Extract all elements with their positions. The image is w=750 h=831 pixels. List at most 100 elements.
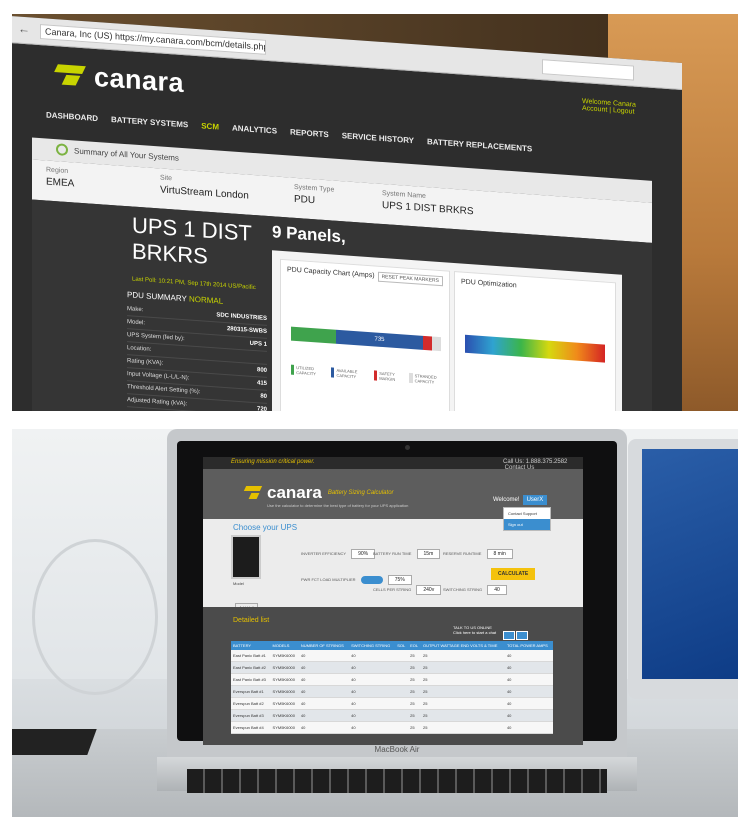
- browser-search-field[interactable]: [542, 59, 634, 81]
- table-cell: 25: [420, 650, 505, 662]
- laptop-keyboard: [187, 769, 607, 793]
- nav-analytics[interactable]: ANALYTICS: [232, 123, 277, 135]
- table-cell: 25: [408, 650, 421, 662]
- row-label: Rating (KVA):: [127, 358, 164, 367]
- chart-view-icon[interactable]: [516, 631, 528, 640]
- table-row[interactable]: Everspun Batt #4 SYM5K6000 40 40 25 25 40: [231, 721, 553, 734]
- column-header[interactable]: SWITCHING STRING: [349, 641, 396, 650]
- back-arrow-icon[interactable]: ←: [18, 22, 30, 37]
- chat-link[interactable]: TALK TO US ONLINE Click here to start a …: [453, 625, 496, 635]
- filter-value: EMEA: [46, 176, 75, 190]
- last-poll: Last Poll: 10:21 PM, Sep 17th 2014 US/Pa…: [132, 276, 256, 292]
- table-row[interactable]: Everspun Batt #2 SYM5K6000 40 40 25 25 40: [231, 697, 553, 710]
- filter-value: PDU: [294, 193, 316, 207]
- column-header[interactable]: NUMBER OF STRINGS: [298, 641, 350, 650]
- detailed-list-title: Detailed list: [233, 617, 270, 624]
- legend-item: AVAILABLE CAPACITY: [331, 367, 370, 380]
- table-row[interactable]: Everspun Batt #3 SYM5K6000 40 40 25 25 40: [231, 709, 553, 722]
- field-value[interactable]: 40: [487, 585, 507, 595]
- row-value: 720: [256, 406, 267, 411]
- table-row[interactable]: East Panic Batt #3 SYM5K6000 40 40 25 25 40: [231, 673, 553, 686]
- row-label: Adjusted Rating (kVA):: [127, 397, 188, 408]
- filter-region[interactable]: Region EMEA: [46, 166, 74, 189]
- product-title: Battery Sizing Calculator: [327, 490, 394, 496]
- nav-service-history[interactable]: SERVICE HISTORY: [342, 131, 414, 145]
- switching-string-field[interactable]: SWITCHING STRING 40: [443, 585, 507, 595]
- list-view-icon[interactable]: [503, 631, 515, 640]
- ups-image[interactable]: [231, 535, 261, 579]
- row-label: Model:: [127, 319, 146, 327]
- optimization-chart: PDU Optimization: [454, 271, 616, 411]
- battery-run-time-field[interactable]: BATTERY RUN TIME 15m: [373, 549, 441, 559]
- table-cell: [395, 721, 409, 734]
- column-header[interactable]: TOTAL POWER AMPS: [504, 641, 553, 650]
- nav-reports[interactable]: REPORTS: [290, 128, 329, 140]
- url-field[interactable]: Canara, Inc (US) https://my.canara.com/b…: [40, 24, 266, 55]
- field-label: SWITCHING STRING: [443, 587, 483, 592]
- filter-value: UPS 1 DIST BRKRS: [382, 199, 474, 218]
- row-label: Input Voltage (L-L/L-N):: [127, 371, 190, 382]
- column-header[interactable]: EOL: [408, 641, 421, 650]
- menu-sign-out[interactable]: Sign out: [504, 519, 550, 530]
- user-dropdown: Contact Support Sign out: [503, 507, 551, 531]
- table-row[interactable]: Everspun Batt #1 SYM5K6000 40 40 25 25 40: [231, 685, 553, 698]
- nav-battery-replacements[interactable]: BATTERY REPLACEMENTS: [427, 137, 532, 153]
- canara-mark-icon: [245, 486, 263, 500]
- toggle-switch[interactable]: [360, 575, 383, 584]
- table-cell: [395, 673, 409, 686]
- table-row[interactable]: East Panic Batt #1 SYM5K6000 40 40 25 25 40: [231, 650, 553, 662]
- field-value[interactable]: 90%: [351, 549, 376, 559]
- logo-text: canara: [267, 483, 322, 502]
- table-cell: [395, 697, 409, 710]
- table-cell: 25: [420, 673, 505, 686]
- capacity-bar: 735: [291, 326, 441, 352]
- table-cell: East Panic Batt #1: [231, 650, 271, 662]
- detailed-list-section: Detailed list TALK TO US ONLINE Click he…: [203, 607, 583, 745]
- legend-label: AVAILABLE CAPACITY: [336, 367, 358, 380]
- menu-contact-support[interactable]: Contact Support: [504, 508, 550, 519]
- user-area[interactable]: Welcome Canara Account | Logout: [582, 98, 652, 129]
- capacity-chart-title: PDU Capacity Chart (Amps): [287, 266, 375, 280]
- reset-peak-button[interactable]: RESET PEAK MARKERS: [377, 271, 443, 287]
- calculate-button[interactable]: CALCULATE: [491, 568, 536, 580]
- breadcrumb-text[interactable]: Summary of All Your Systems: [74, 146, 179, 162]
- table-cell: SYM5K6000: [270, 650, 299, 662]
- choose-ups-title: Choose your UPS: [233, 523, 298, 532]
- filter-system-type[interactable]: System Type PDU: [294, 184, 334, 208]
- canara-logo[interactable]: canara Battery Sizing Calculator: [245, 483, 394, 503]
- table-row[interactable]: East Panic Batt #2 SYM5K6000 40 40 25 25 40: [231, 661, 553, 674]
- field-value[interactable]: 240v: [416, 585, 442, 595]
- nav-scm[interactable]: SCM: [201, 121, 219, 131]
- table-cell: 40: [504, 673, 553, 686]
- cells-per-string-field[interactable]: CELLS PER STRING 240v: [373, 585, 442, 595]
- field-value[interactable]: 75%: [387, 575, 412, 585]
- column-header[interactable]: BATTERY: [231, 641, 271, 650]
- inverter-efficiency-field[interactable]: INVERTER EFFICIENCY 90%: [301, 549, 376, 559]
- summary-title: PDU SUMMARY: [127, 290, 187, 304]
- welcome-text: Welcome!: [493, 497, 520, 503]
- reserve-runtime-field[interactable]: RESERVE RUNTIME 8 min: [443, 549, 513, 559]
- filter-site[interactable]: Site VirtuStream London: [160, 174, 249, 201]
- stranded-segment: [432, 336, 441, 352]
- column-header[interactable]: OUTPUT WATTAGE END VOLTS & TIME: [420, 641, 505, 650]
- table-cell: 40: [349, 721, 396, 734]
- power-factor-toggle[interactable]: PWR FCT LOAD MULTIPLIER 75%: [301, 575, 412, 585]
- canara-logo[interactable]: canara: [56, 59, 184, 99]
- field-value[interactable]: 8 min: [486, 549, 513, 559]
- nav-dashboard[interactable]: DASHBOARD: [46, 110, 98, 123]
- column-header[interactable]: MODELS: [270, 641, 299, 650]
- table-cell: 40: [504, 709, 553, 722]
- table-cell: 40: [504, 650, 553, 662]
- table-cell: 25: [420, 685, 505, 698]
- table-cell: [395, 650, 409, 662]
- field-value[interactable]: 15m: [416, 549, 441, 559]
- tagline: Use the calculator to determine the best…: [267, 503, 409, 508]
- legend-label: SAFETY MARGIN: [379, 370, 396, 382]
- row-value: 80: [260, 393, 267, 400]
- user-menu-button[interactable]: UserX: [522, 495, 548, 505]
- filter-system-name[interactable]: System Name UPS 1 DIST BRKRS: [382, 190, 474, 217]
- column-header[interactable]: SOL: [395, 641, 409, 650]
- nav-battery-systems[interactable]: BATTERY SYSTEMS: [111, 115, 188, 129]
- table-cell: 40: [504, 685, 553, 698]
- table-header-row: BATTERY MODELS NUMBER OF STRINGS SWITCHI…: [231, 641, 553, 650]
